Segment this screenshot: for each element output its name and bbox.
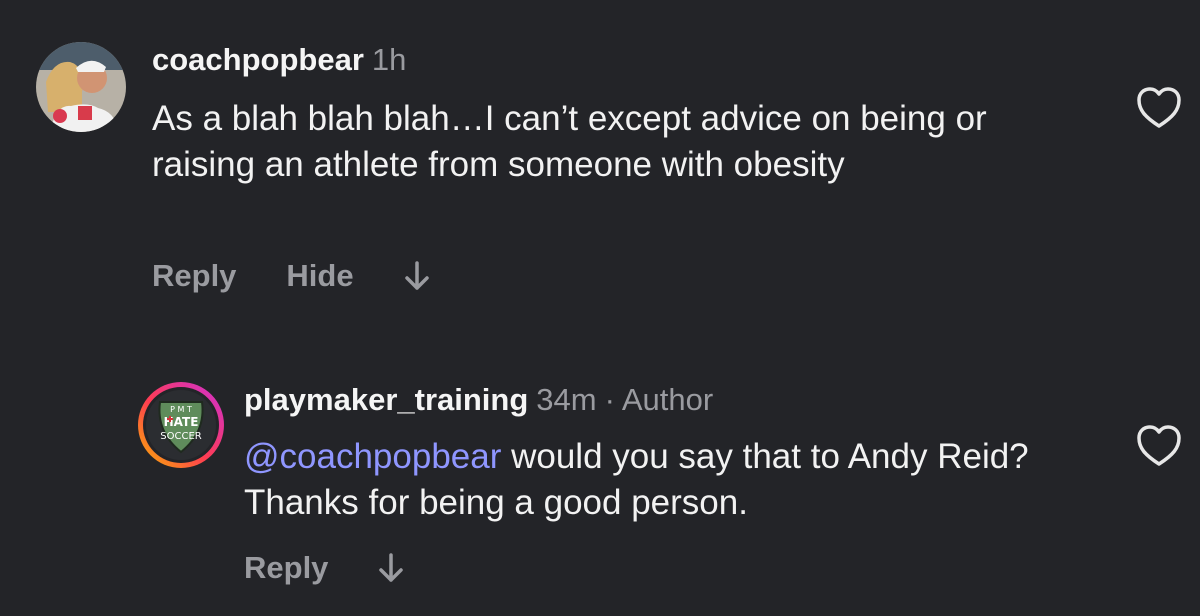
mention-link[interactable]: @coachpopbear (244, 437, 501, 476)
comment-header: playmaker_training 34m · Author (244, 382, 713, 418)
hide-button[interactable]: Hide (286, 258, 353, 294)
avatar-coachpopbear[interactable] (36, 42, 126, 132)
avatar-logo-top: P M T (170, 405, 192, 414)
comment-text: As a blah blah blah…I can’t except advic… (152, 99, 987, 184)
timestamp: 1h (371, 42, 407, 77)
heart-icon[interactable] (1135, 424, 1183, 468)
avatar-playmaker-training[interactable]: P M T HATE SOCCER (136, 380, 226, 470)
avatar-logo-bottom: SOCCER (160, 431, 202, 442)
username[interactable]: playmaker_training (244, 382, 528, 417)
comment-actions: Reply (244, 550, 404, 586)
comment-header: coachpopbear 1h (152, 42, 406, 78)
timestamp: 34m (536, 382, 597, 417)
down-arrow-icon[interactable] (378, 552, 404, 584)
heart-icon[interactable] (1135, 86, 1183, 130)
reply-button[interactable]: Reply (244, 550, 328, 586)
story-ring-avatar-icon: P M T HATE SOCCER (138, 382, 224, 468)
comment-actions: Reply Hide (152, 258, 430, 294)
avatar-logo-middle: HATE (164, 415, 199, 429)
down-arrow-icon[interactable] (404, 260, 430, 292)
author-badge: · Author (604, 382, 714, 417)
avatar-photo-icon (36, 42, 126, 132)
comment-text: @coachpopbear would you say that to Andy… (244, 434, 1084, 526)
username[interactable]: coachpopbear (152, 42, 364, 77)
reply-button[interactable]: Reply (152, 258, 236, 294)
